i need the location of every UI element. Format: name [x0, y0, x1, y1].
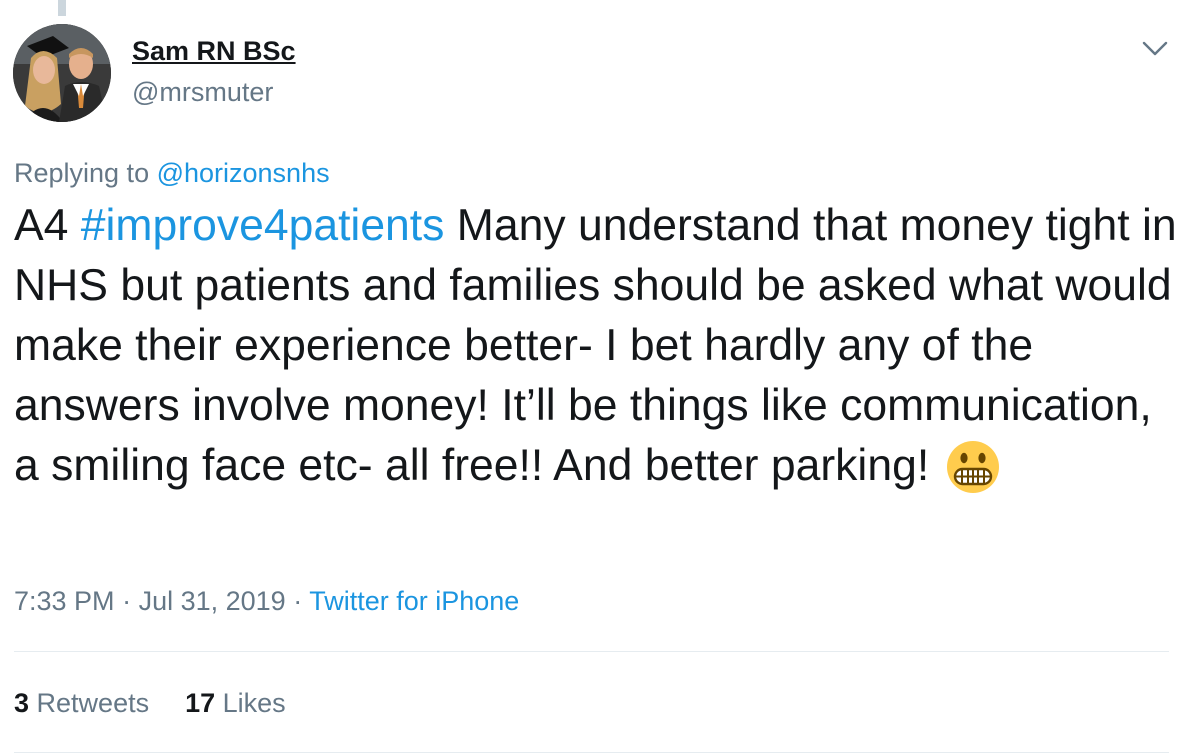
retweets-label: Retweets	[29, 688, 150, 718]
divider	[14, 651, 1169, 652]
tweet-metadata: 7:33 PM · Jul 31, 2019 · Twitter for iPh…	[14, 586, 519, 617]
tweet-source-link[interactable]: Twitter for iPhone	[309, 586, 519, 616]
avatar-photo	[13, 24, 111, 122]
tweet-stats: 3 Retweets 17 Likes	[14, 688, 322, 719]
meta-separator: ·	[285, 586, 310, 616]
hashtag-link[interactable]: #improve4patients	[81, 201, 445, 250]
retweets-count: 3	[14, 688, 30, 718]
tweet-text: A4 #improve4patients Many understand tha…	[14, 196, 1179, 496]
user-handle: @mrsmuter	[132, 77, 274, 107]
more-options-button[interactable]	[1138, 34, 1172, 62]
retweets-stat[interactable]: 3 Retweets	[14, 688, 149, 718]
display-name[interactable]: Sam RN BSc	[132, 36, 296, 67]
meta-separator: ·	[114, 586, 139, 616]
likes-stat[interactable]: 17 Likes	[185, 688, 286, 718]
replying-to: Replying to @horizonsnhs	[14, 158, 330, 189]
avatar[interactable]	[13, 24, 111, 122]
tweet-time[interactable]: 7:33 PM	[14, 586, 115, 616]
tweet-date[interactable]: Jul 31, 2019	[139, 586, 286, 616]
likes-label: Likes	[215, 688, 286, 718]
chevron-down-icon	[1142, 41, 1168, 56]
tweet-text-start: A4	[14, 201, 81, 250]
grimacing-face-emoji-icon	[946, 440, 1000, 494]
likes-count: 17	[185, 688, 216, 718]
replying-to-label: Replying to	[14, 158, 157, 188]
divider	[14, 752, 1169, 753]
thread-connector-line	[58, 0, 66, 16]
reply-mention-link[interactable]: @horizonsnhs	[157, 158, 330, 188]
